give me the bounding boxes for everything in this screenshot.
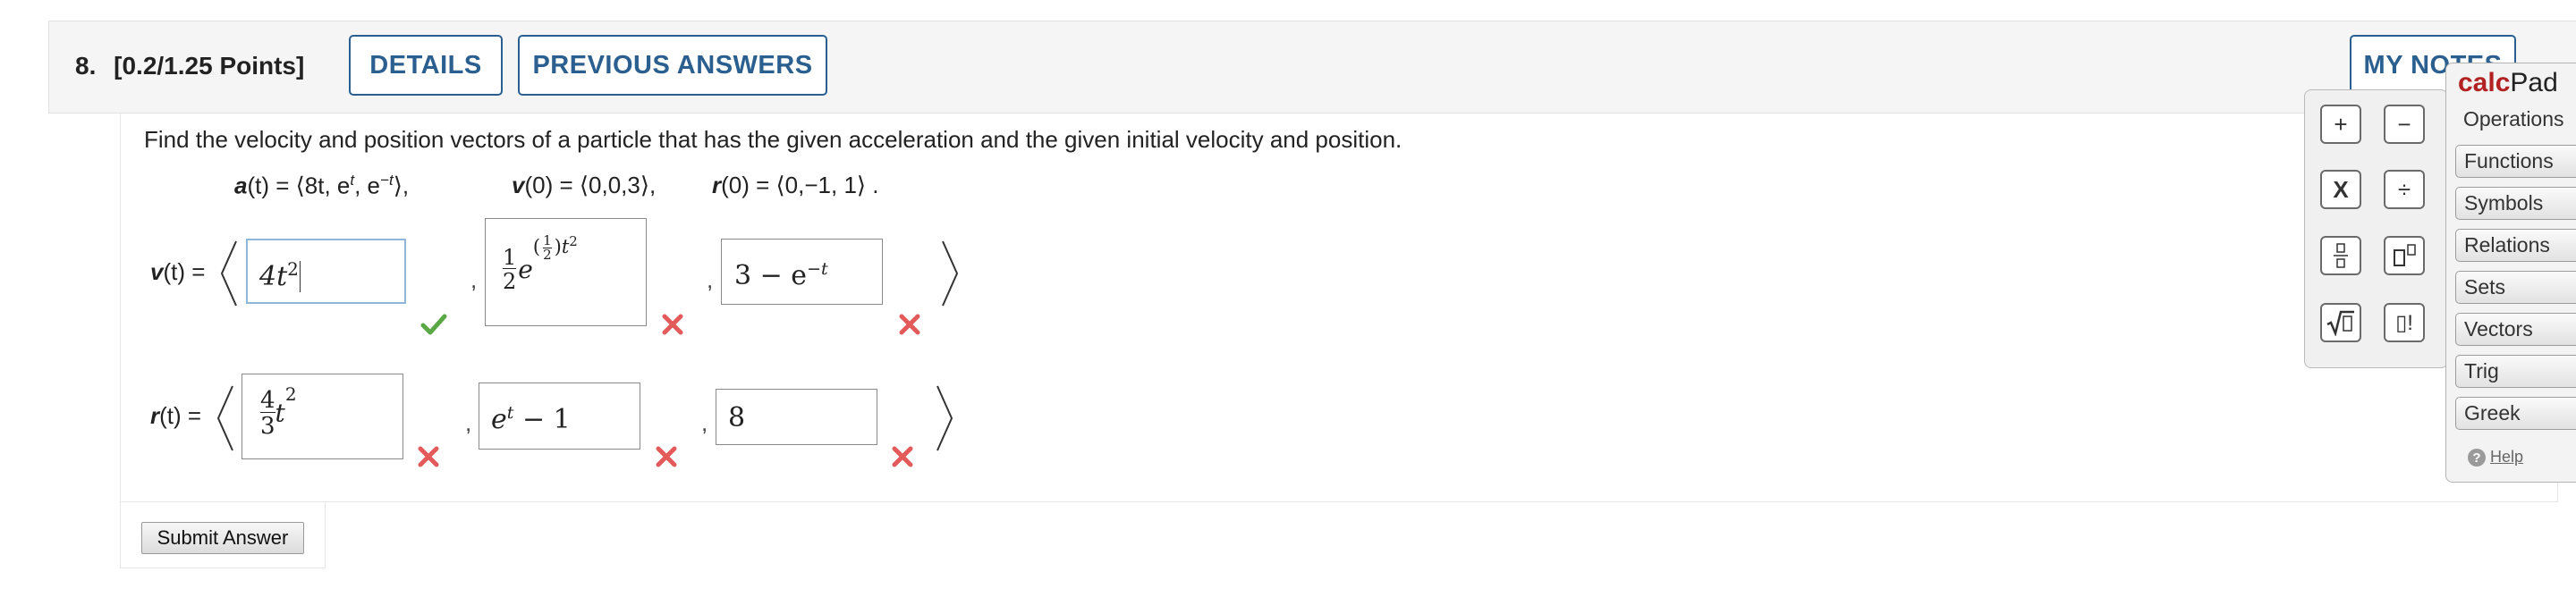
calcpad-category-operations[interactable]: Operations <box>2463 107 2564 131</box>
velocity-label: v(t) = <box>150 258 206 285</box>
divide-button[interactable]: ÷ <box>2384 170 2425 209</box>
v-symbol: v <box>512 172 525 198</box>
previous-answers-button[interactable]: PREVIOUS ANSWERS <box>518 35 827 96</box>
fraction-button[interactable] <box>2320 236 2361 275</box>
incorrect-x-icon <box>662 314 683 335</box>
r-right-angle-bracket <box>936 385 953 451</box>
r-component-1-input[interactable]: 4 3 t2 <box>242 374 403 459</box>
v-component-1-input[interactable]: 4t2 <box>246 239 406 304</box>
minus-button[interactable]: − <box>2384 105 2425 144</box>
incorrect-x-icon <box>656 446 677 467</box>
details-button[interactable]: DETAILS <box>349 35 503 96</box>
r-symbol: r <box>712 172 722 198</box>
plus-button[interactable]: + <box>2320 105 2361 144</box>
r-component-2-input[interactable]: et − 1 <box>479 383 640 450</box>
incorrect-x-icon <box>899 314 920 335</box>
calcpad-tool-palette: + − X ÷ ▯! <box>2304 89 2448 368</box>
calcpad-title: calcPad <box>2458 68 2558 97</box>
v-right-angle-bracket <box>942 240 959 307</box>
comma: , <box>707 266 714 293</box>
given-initial-velocity: v(0) = ⟨0,0,3⟩, <box>512 172 657 198</box>
factorial-button[interactable]: ▯! <box>2384 303 2425 342</box>
v-left-angle-bracket <box>220 240 237 307</box>
submit-answer-button[interactable]: Submit Answer <box>141 522 304 554</box>
given-initial-position: r(0) = ⟨0,−1, 1⟩ . <box>712 172 879 198</box>
calcpad-category-functions[interactable]: Functions <box>2455 145 2576 178</box>
comma: , <box>470 266 478 293</box>
position-label: r(t) = <box>150 402 202 429</box>
question-number: 8. <box>75 52 97 80</box>
v-component-3-input[interactable]: 3 − e−t <box>721 239 883 305</box>
fraction-icon <box>2334 243 2348 268</box>
exponent-button[interactable] <box>2384 236 2425 275</box>
calcpad-category-vectors[interactable]: Vectors <box>2455 313 2576 346</box>
r-left-angle-bracket <box>216 385 233 451</box>
given-acceleration: a(t) = ⟨8t, et, e−t⟩, <box>234 172 410 199</box>
a-symbol: a <box>234 172 248 199</box>
help-link[interactable]: Help <box>2490 448 2523 467</box>
calcpad-category-sets[interactable]: Sets <box>2455 271 2576 304</box>
incorrect-x-icon <box>892 446 913 467</box>
calcpad-category-trig[interactable]: Trig <box>2455 355 2576 388</box>
question-points: [0.2/1.25 Points] <box>114 52 305 80</box>
correct-check-icon <box>420 314 447 335</box>
square-root-icon <box>2326 310 2354 336</box>
problem-prompt: Find the velocity and position vectors o… <box>144 126 1402 153</box>
exponent-icon <box>2394 244 2416 266</box>
r-component-3-input[interactable]: 8 <box>716 389 877 445</box>
calcpad-category-relations[interactable]: Relations <box>2455 229 2576 262</box>
comma: , <box>701 409 708 436</box>
incorrect-x-icon <box>418 446 439 467</box>
calcpad-category-symbols[interactable]: Symbols <box>2455 187 2576 220</box>
v-component-2-input[interactable]: 1 2 e(1 2)t2 <box>485 218 647 326</box>
calcpad-category-greek[interactable]: Greek <box>2455 397 2576 430</box>
comma: , <box>465 409 472 436</box>
question-header: 8. [0.2/1.25 Points] DETAILS PREVIOUS AN… <box>48 21 2576 114</box>
help-icon: ? <box>2468 449 2486 467</box>
square-root-button[interactable] <box>2320 303 2361 342</box>
question-title: 8. [0.2/1.25 Points] <box>75 52 304 80</box>
times-button[interactable]: X <box>2320 170 2361 209</box>
